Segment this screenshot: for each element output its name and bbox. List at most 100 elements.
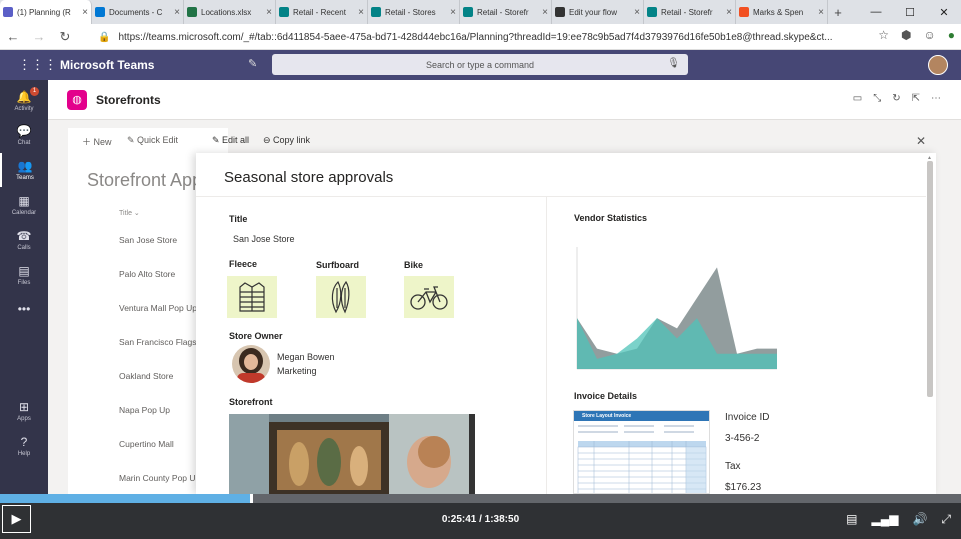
globe-icon: ◍: [67, 90, 87, 110]
column-divider: [546, 197, 547, 497]
pencil-icon: ✎: [212, 135, 223, 145]
more-options-icon[interactable]: ⋯: [931, 93, 941, 104]
detail-panel: ▲ Seasonal store approvals Title San Jos…: [196, 153, 936, 497]
storefront-photo: [229, 414, 475, 494]
tab-close-icon[interactable]: ×: [818, 7, 824, 18]
conversation-icon[interactable]: ▭: [853, 93, 862, 104]
tab-close-icon[interactable]: ×: [266, 7, 272, 18]
divider: [196, 196, 926, 197]
link-icon: ⊖: [263, 135, 274, 145]
tab-close-icon[interactable]: ×: [726, 7, 732, 18]
rail-item-chat[interactable]: 💬 Chat: [0, 118, 48, 152]
tab-list: (1) Planning (R × Documents - C × Locations.…: [0, 0, 828, 24]
product-label-surfboard: Surfboard: [316, 260, 360, 270]
star-icon[interactable]: ☆: [878, 28, 889, 42]
browser-tab[interactable]: Retail - Recent ×: [276, 0, 368, 24]
rail-item-calls[interactable]: ☎ Calls: [0, 223, 48, 257]
browser-tab[interactable]: Retail - Stores ×: [368, 0, 460, 24]
reload-icon[interactable]: ↻: [52, 29, 78, 45]
rail-item-apps[interactable]: ⊞ Apps: [0, 394, 48, 428]
title-column-header[interactable]: Title ⌄: [119, 209, 140, 217]
close-window-icon[interactable]: ✕: [927, 0, 961, 24]
tab-close-icon[interactable]: ×: [634, 7, 640, 18]
invoice-doc-title: Store Layout Invoice: [574, 411, 709, 421]
tab-title: (1) Planning (R: [17, 7, 71, 17]
new-tab-button[interactable]: +: [828, 0, 848, 24]
quick-edit-button[interactable]: ✎ Quick Edit: [127, 135, 178, 146]
rail-item-activity[interactable]: 🔔 Activity 1: [0, 84, 48, 118]
refresh-icon[interactable]: ↻: [892, 93, 900, 104]
panel-scrollbar[interactable]: [927, 161, 933, 397]
list-item[interactable]: Ventura Mall Pop Up: [119, 303, 197, 313]
tab-close-icon[interactable]: ×: [174, 7, 180, 18]
tab-close-icon[interactable]: ×: [542, 7, 548, 18]
tab-favicon-icon: [187, 7, 197, 17]
edit-all-button[interactable]: ✎ Edit all: [212, 135, 249, 146]
forward-icon[interactable]: →: [26, 29, 52, 44]
plus-icon: ＋: [82, 137, 94, 147]
tab-close-icon[interactable]: ×: [450, 7, 456, 18]
url-field[interactable]: 🔒 https://teams.microsoft.com/_#/tab::6d…: [98, 27, 838, 47]
channel-header: ◍ Storefronts ▭ ⤡ ↻ ⇱ ⋯: [48, 80, 961, 120]
browser-tab[interactable]: Retail - Storefr ×: [460, 0, 552, 24]
list-item[interactable]: Oakland Store: [119, 371, 197, 381]
maximize-icon[interactable]: ☐: [893, 0, 927, 24]
new-button[interactable]: ＋ New: [82, 135, 112, 148]
tab-close-icon[interactable]: ×: [82, 7, 88, 18]
microphone-icon[interactable]: 🎙: [667, 58, 680, 69]
help-icon: ?: [20, 435, 28, 449]
collapse-icon[interactable]: ⤡: [873, 93, 881, 104]
owner-department: Marketing: [277, 366, 317, 376]
rail-item-[interactable]: •••: [0, 293, 48, 327]
rail-item-calendar[interactable]: ▦ Calendar: [0, 188, 48, 222]
search-input[interactable]: Search or type a command 🎙: [272, 54, 688, 75]
list-item[interactable]: San Francisco Flagship: [119, 337, 197, 347]
compose-icon[interactable]: ✎: [248, 57, 257, 70]
copy-link-button[interactable]: ⊖ Copy link: [263, 135, 310, 146]
teams-header: ⋮⋮⋮ Microsoft Teams ✎ Search or type a c…: [0, 50, 961, 80]
captions-icon[interactable]: ▤: [846, 512, 857, 527]
rail-item-help[interactable]: ? Help: [0, 429, 48, 463]
invoice-thumbnail[interactable]: Store Layout Invoice: [573, 410, 710, 494]
tax-label: Tax: [725, 461, 741, 472]
pencil-icon: ✎: [127, 135, 138, 145]
tab-favicon-icon: [739, 7, 749, 17]
tab-favicon-icon: [95, 7, 105, 17]
browser-tab[interactable]: Edit your flow ×: [552, 0, 644, 24]
browser-tab[interactable]: Marks & Spen ×: [736, 0, 828, 24]
lock-icon: 🔒: [98, 31, 111, 43]
popout-icon[interactable]: ⇱: [912, 93, 920, 104]
rail-item-files[interactable]: ▤ Files: [0, 258, 48, 292]
browser-tab[interactable]: Retail - Storefr ×: [644, 0, 736, 24]
minimize-icon[interactable]: —: [859, 0, 893, 24]
list-item[interactable]: San Jose Store: [119, 235, 197, 245]
quick-edit-label: Quick Edit: [137, 135, 179, 145]
rail-item-teams[interactable]: 👥 Teams: [0, 153, 48, 187]
progress-handle[interactable]: [249, 494, 253, 503]
owner-avatar[interactable]: [232, 345, 270, 383]
address-bar: ← → ↻ 🔒 https://teams.microsoft.com/_#/t…: [0, 24, 961, 50]
quality-icon[interactable]: ▂▄▆: [871, 512, 898, 527]
volume-icon[interactable]: 🔊: [912, 512, 927, 527]
extension-icon[interactable]: ⬢: [901, 28, 911, 42]
store-owner-label: Store Owner: [229, 331, 283, 341]
user-avatar[interactable]: RS: [928, 55, 948, 75]
file-icon: ▤: [18, 264, 30, 278]
browser-tab[interactable]: (1) Planning (R ×: [0, 0, 92, 24]
fullscreen-icon[interactable]: ⤢: [941, 512, 951, 527]
profile-icon[interactable]: ●: [948, 28, 955, 42]
bike-tile: [404, 276, 454, 318]
list-item[interactable]: Marin County Pop Up: [119, 473, 197, 483]
browser-tab[interactable]: Locations.xlsx ×: [184, 0, 276, 24]
rail-label: Apps: [17, 416, 31, 422]
video-player-controls: ▶ 0:25:41 / 1:38:50 ▤ ▂▄▆ 🔊 ⤢: [0, 494, 961, 539]
back-icon[interactable]: ←: [0, 29, 26, 44]
list-item[interactable]: Palo Alto Store: [119, 269, 197, 279]
close-panel-icon[interactable]: ✕: [916, 134, 926, 148]
list-item[interactable]: Cupertino Mall: [119, 439, 197, 449]
tab-close-icon[interactable]: ×: [358, 7, 364, 18]
browser-tab[interactable]: Documents - C ×: [92, 0, 184, 24]
app-launcher-icon[interactable]: ⋮⋮⋮: [18, 57, 57, 73]
list-item[interactable]: Napa Pop Up: [119, 405, 197, 415]
emoji-icon[interactable]: ☺: [923, 28, 935, 42]
